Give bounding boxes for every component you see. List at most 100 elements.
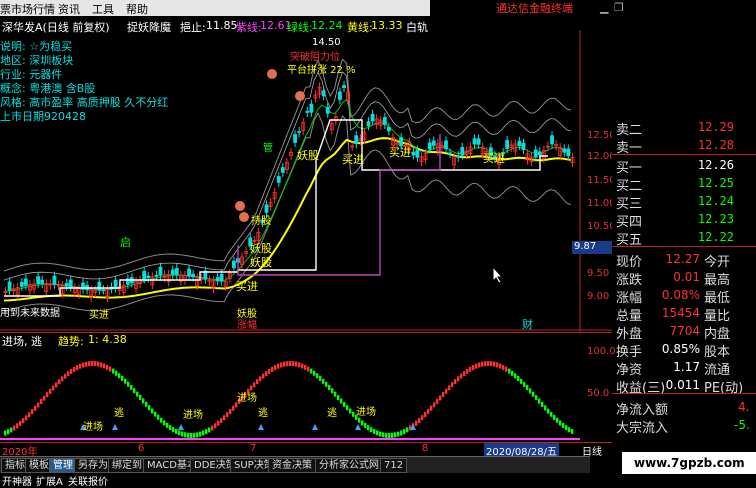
sub-bar xyxy=(484,361,487,367)
sub-bar xyxy=(556,417,559,423)
tab-analyst[interactable]: 分析家公式网 xyxy=(315,458,383,473)
menu-item-tools[interactable]: 工具 xyxy=(92,1,114,17)
formula-toolbar: 指标 模板 管理 另存为 绑定到 MACD基本 DDE决策 SUP决策 资金决策… xyxy=(0,456,590,473)
tab-712[interactable]: 712 xyxy=(380,458,408,473)
current-price-marker: 9.87 xyxy=(572,241,614,254)
future-data-note: 用到未来数据 xyxy=(0,308,60,319)
sub-bar xyxy=(28,412,31,418)
sub-bar xyxy=(340,398,343,404)
candle-body xyxy=(23,278,28,286)
sub-bar xyxy=(490,361,493,367)
stat-extra-label: 今开 xyxy=(704,255,731,270)
sub-bar xyxy=(283,361,286,367)
sub-bar xyxy=(121,375,124,381)
candle-body xyxy=(537,151,542,156)
sub-bar xyxy=(190,432,193,438)
notice-bar: 通达信金融终端 ▁ ❐ xyxy=(430,0,756,16)
candle-body xyxy=(174,268,179,276)
bottom-tab[interactable]: 开神器 xyxy=(2,473,32,488)
sub-bar xyxy=(187,432,190,438)
sub-bar xyxy=(547,408,550,414)
green-ma-line xyxy=(3,98,572,292)
sub-bar xyxy=(517,376,520,382)
sub-bar xyxy=(22,418,25,424)
candle-body xyxy=(342,85,346,89)
sub-bar xyxy=(124,378,127,384)
ask-label: 卖二 xyxy=(616,123,643,138)
sub-bar xyxy=(304,364,307,370)
sub-bar xyxy=(88,361,91,367)
candle-body xyxy=(521,142,526,150)
sub-bar xyxy=(466,368,469,374)
stat-extra-label: 内盘 xyxy=(704,327,731,342)
sub-bar xyxy=(406,427,409,433)
signal-ball xyxy=(235,201,245,211)
sub-bar xyxy=(196,432,199,438)
candle-body xyxy=(215,277,220,282)
sub-bar xyxy=(361,420,364,426)
sub-bar xyxy=(436,398,439,404)
sub-bar xyxy=(142,398,145,404)
bid-label: 买二 xyxy=(616,179,643,194)
sub-tag: 进场 xyxy=(183,410,203,421)
sub-tag: 逃 xyxy=(327,408,337,419)
sub-bar xyxy=(223,415,226,421)
signal-ball xyxy=(239,212,249,222)
candle-body xyxy=(386,127,391,132)
stat-value: 0.85% xyxy=(661,342,700,356)
sub-bar xyxy=(118,373,121,379)
candle-body xyxy=(158,266,163,276)
candle-body xyxy=(354,135,359,145)
menu-item-market[interactable]: 票市场行情 xyxy=(0,1,55,17)
ask-price: 12.28 xyxy=(697,138,734,152)
bid-label: 买三 xyxy=(616,197,643,212)
finance-marker[interactable]: 财 xyxy=(522,316,533,332)
bottom-tab[interactable]: 关联报价 xyxy=(68,473,108,488)
flow-label: 大宗流入 xyxy=(616,421,669,436)
stat-value: 12.27 xyxy=(665,252,700,266)
sub-bar xyxy=(325,381,328,387)
sub-bar xyxy=(94,361,97,367)
minimize-icon[interactable]: ▁ xyxy=(600,1,608,14)
stat-extra-label: 最低 xyxy=(704,291,731,306)
menu-item-help[interactable]: 帮助 xyxy=(126,1,148,17)
tab-bind[interactable]: 绑定到 xyxy=(108,458,146,473)
bid-label: 买一 xyxy=(616,161,643,176)
sub-bar xyxy=(133,388,136,394)
high-price-label: 14.50 xyxy=(312,37,341,48)
sub-bar xyxy=(154,411,157,417)
sub-bar xyxy=(571,428,574,434)
candle-body xyxy=(448,152,452,155)
menu-item-news[interactable]: 资讯 xyxy=(58,1,80,17)
sub-bar xyxy=(211,425,214,431)
bottom-tab[interactable]: 扩展A xyxy=(36,473,63,488)
date-label: 7 xyxy=(250,443,257,454)
sub-bar xyxy=(415,420,418,426)
candle-body xyxy=(321,90,326,97)
sub-bar xyxy=(562,422,565,428)
sub-bar xyxy=(145,401,148,407)
tab-fund[interactable]: 资金决策 xyxy=(268,458,316,473)
sub-bar xyxy=(268,368,271,374)
band-line xyxy=(3,112,572,313)
sub-bar xyxy=(73,366,76,372)
date-label: 6 xyxy=(138,443,145,454)
sub-bar xyxy=(307,366,310,372)
sub-bar xyxy=(478,362,481,368)
candle-body xyxy=(219,273,224,282)
notice-text[interactable]: 通达信金融终端 xyxy=(496,0,573,16)
candle-body xyxy=(415,149,420,158)
watermark-text: www.7gpzb.com xyxy=(634,456,745,470)
candle-body xyxy=(170,269,175,275)
sub-bar xyxy=(256,379,259,385)
sub-bar xyxy=(529,388,532,394)
hold-label: 持股 xyxy=(251,216,271,227)
restore-icon[interactable]: ❐ xyxy=(614,1,624,14)
sub-bar xyxy=(367,425,370,431)
tab-save-as[interactable]: 另存为 xyxy=(74,458,112,473)
tab-manage[interactable]: 管理 xyxy=(49,458,77,473)
candle-body xyxy=(142,270,147,280)
sub-arrow-icon xyxy=(258,424,264,430)
sub-tag: 进场 xyxy=(356,407,376,418)
sub-bar xyxy=(505,366,508,372)
